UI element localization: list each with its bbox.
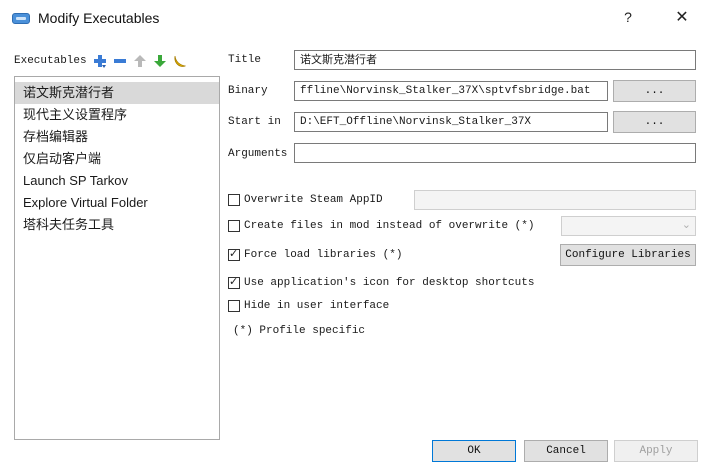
banana-icon [174, 55, 186, 67]
create-files-in-mod-row[interactable]: Create files in mod instead of overwrite… [228, 218, 534, 234]
add-icon [93, 55, 106, 68]
start-in-label: Start in [228, 116, 281, 128]
hide-in-ui-row[interactable]: Hide in user interface [228, 298, 389, 314]
list-item[interactable]: 现代主义设置程序 [15, 104, 219, 126]
list-item[interactable]: 存档编辑器 [15, 126, 219, 148]
create-files-in-mod-checkbox[interactable] [228, 220, 240, 232]
executables-header: Executables [14, 50, 189, 72]
help-button[interactable]: ? [618, 9, 638, 25]
force-load-libraries-label: Force load libraries (*) [244, 249, 403, 261]
start-in-field[interactable]: D:\EFT_Offline\Norvinsk_Stalker_37X [294, 112, 608, 132]
app-icon [12, 13, 30, 24]
binary-label: Binary [228, 85, 268, 97]
chevron-down-icon: ⌄ [681, 219, 691, 231]
ok-button[interactable]: OK [432, 440, 516, 462]
mod-select-dropdown: ⌄ [561, 216, 696, 236]
profile-specific-note: (*) Profile specific [233, 325, 366, 337]
move-down-button[interactable] [151, 52, 169, 70]
banana-button[interactable] [171, 52, 189, 70]
title-bar: Modify Executables ? ✕ [0, 0, 705, 36]
list-item[interactable]: 诺文斯克潜行者 [15, 82, 219, 104]
overwrite-steam-appid-label: Overwrite Steam AppID [244, 194, 383, 206]
executables-list[interactable]: 诺文斯克潜行者 现代主义设置程序 存档编辑器 仅启动客户端 Launch SP … [14, 76, 220, 440]
apply-button[interactable]: Apply [614, 440, 698, 462]
close-button[interactable]: ✕ [672, 7, 692, 27]
force-load-libraries-checkbox[interactable] [228, 247, 240, 261]
binary-browse-button[interactable]: ... [613, 80, 696, 102]
arguments-field[interactable] [294, 143, 696, 163]
create-files-in-mod-label: Create files in mod instead of overwrite… [244, 220, 535, 232]
move-down-icon [153, 55, 166, 67]
binary-field[interactable]: ffline\Norvinsk_Stalker_37X\sptvfsbridge… [294, 81, 608, 101]
window-title: Modify Executables [38, 10, 160, 26]
move-up-icon [133, 55, 146, 67]
overwrite-steam-appid-checkbox[interactable] [228, 194, 240, 206]
configure-libraries-button[interactable]: Configure Libraries [560, 244, 696, 266]
use-app-icon-row[interactable]: Use application's icon for desktop short… [228, 275, 534, 291]
list-item[interactable]: 仅启动客户端 [15, 148, 219, 170]
list-item[interactable]: Launch SP Tarkov [15, 170, 219, 192]
use-app-icon-checkbox[interactable] [228, 275, 240, 289]
add-executable-button[interactable] [91, 52, 109, 70]
cancel-button[interactable]: Cancel [524, 440, 608, 462]
force-load-libraries-row[interactable]: Force load libraries (*) [228, 247, 402, 263]
start-in-browse-button[interactable]: ... [613, 111, 696, 133]
executables-label: Executables [14, 55, 87, 67]
steam-appid-field [414, 190, 696, 210]
move-up-button[interactable] [131, 52, 149, 70]
title-label: Title [228, 54, 262, 66]
arguments-label: Arguments [228, 148, 288, 160]
list-item[interactable]: Explore Virtual Folder [15, 192, 219, 214]
list-item[interactable]: 塔科夫任务工具 [15, 214, 219, 236]
remove-icon [113, 59, 126, 63]
title-field[interactable]: 诺文斯克潜行者 [294, 50, 696, 70]
hide-in-ui-checkbox[interactable] [228, 300, 240, 312]
use-app-icon-label: Use application's icon for desktop short… [244, 277, 535, 289]
remove-executable-button[interactable] [111, 52, 129, 70]
hide-in-ui-label: Hide in user interface [244, 300, 390, 312]
overwrite-steam-appid-row[interactable]: Overwrite Steam AppID [228, 192, 383, 208]
